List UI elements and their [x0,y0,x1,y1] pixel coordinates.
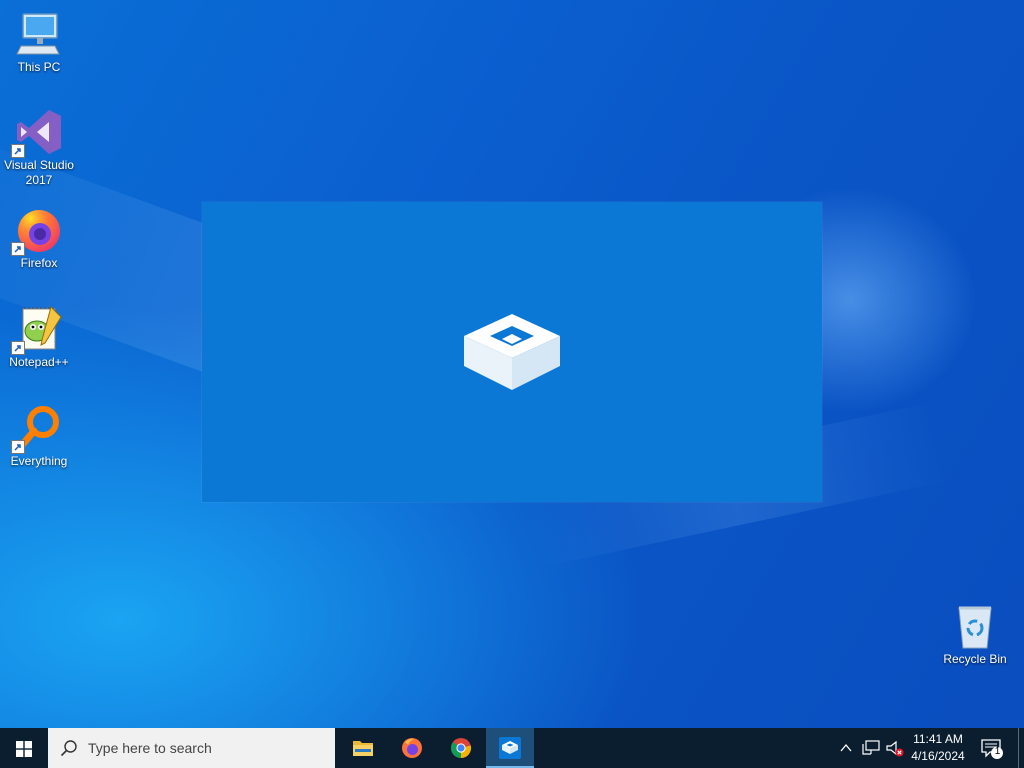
taskbar-chrome[interactable] [437,728,485,768]
search-placeholder: Type here to search [88,740,212,756]
computer-icon [15,10,63,58]
windows-logo-icon [16,741,32,757]
chevron-up-icon[interactable] [840,742,852,754]
taskbar-firefox[interactable] [388,728,436,768]
shortcut-arrow-icon [11,341,25,355]
desktop-icon-everything[interactable]: Everything [1,404,77,469]
chrome-icon [450,738,472,758]
recycle-bin-icon [951,602,999,650]
shortcut-arrow-icon [11,440,25,454]
sandbox-icon [499,737,521,759]
notification-count: 1 [994,746,1001,757]
start-button[interactable] [0,728,48,768]
taskbar: Type here to search 11:41 AM 4/16/2024 1 [0,728,1024,768]
clock-time: 11:41 AM [913,732,963,746]
clock-date: 4/16/2024 [911,749,965,763]
action-center-button[interactable]: 1 [980,738,1004,765]
desktop-icon-notepadpp[interactable]: Notepad++ [1,305,77,370]
desktop-icon-label: Recycle Bin [943,652,1007,666]
sandbox-box-icon [464,314,560,390]
shortcut-arrow-icon [11,242,25,256]
desktop-icon-label: Firefox [20,256,58,270]
show-desktop-button[interactable] [1018,728,1019,768]
desktop-icon-label: Visual Studio 2017 [4,158,74,187]
taskbar-file-explorer[interactable] [339,728,387,768]
file-explorer-icon [353,741,373,756]
desktop-icon-label: This PC [17,60,61,74]
volume-muted-icon[interactable] [885,740,905,758]
desktop-icon-firefox[interactable]: Firefox [1,206,77,271]
everything-icon [11,404,63,454]
desktop-icon-label: Notepad++ [9,355,69,369]
sandbox-splash-window [202,202,822,502]
notepadpp-icon [11,305,63,355]
desktop-icon-recycle-bin[interactable]: Recycle Bin [937,602,1013,667]
firefox-icon [402,738,422,758]
desktop-icon-label: Everything [10,454,68,468]
firefox-icon [11,206,63,256]
network-icon[interactable] [862,740,880,756]
desktop-icon-this-pc[interactable]: This PC [1,10,77,75]
search-icon [60,740,77,757]
shortcut-arrow-icon [11,144,25,158]
visual-studio-icon [11,108,63,158]
clock[interactable]: 11:41 AM 4/16/2024 [904,731,972,765]
desktop-icon-visual-studio[interactable]: Visual Studio 2017 [1,108,77,188]
taskbar-sandbox[interactable] [486,728,534,768]
taskbar-search-box[interactable]: Type here to search [48,728,335,768]
